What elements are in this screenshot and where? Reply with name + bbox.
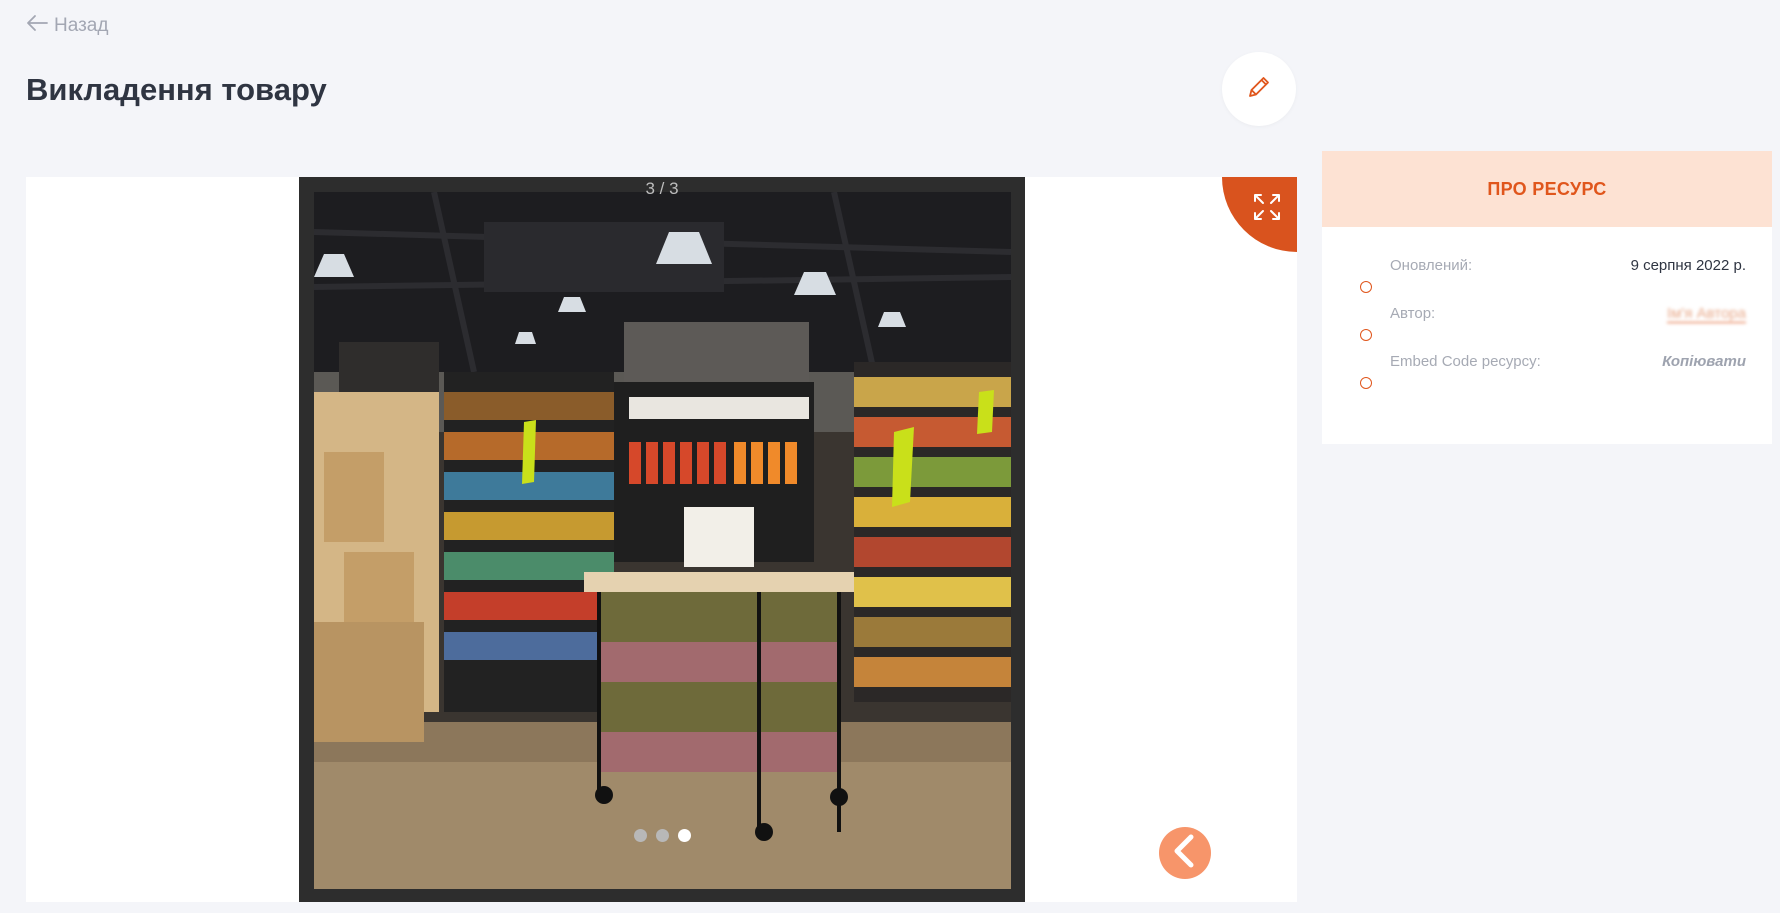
arrow-left-icon	[26, 14, 48, 38]
slide-dot-3[interactable]	[677, 829, 691, 842]
resource-viewer: 3 / 3	[26, 177, 1297, 902]
copy-embed-button[interactable]: Копіювати	[1662, 353, 1746, 370]
store-shelf-photo	[314, 192, 1011, 889]
chevron-left-icon	[1171, 833, 1199, 874]
author-label: Автор:	[1390, 305, 1436, 322]
slide-dots	[299, 829, 1025, 842]
bullet-icon	[1360, 329, 1372, 341]
info-card-header: ПРО РЕСУРС	[1322, 151, 1772, 227]
updated-value: 9 серпня 2022 р.	[1630, 257, 1746, 274]
back-link[interactable]: Назад	[26, 14, 108, 38]
info-rows: Оновлений: 9 серпня 2022 р. Автор: Ім'я …	[1322, 227, 1772, 413]
expand-icon	[1238, 192, 1282, 237]
resource-info-card: ПРО РЕСУРС Оновлений: 9 серпня 2022 р. А…	[1322, 151, 1772, 444]
fullscreen-button[interactable]	[1222, 177, 1297, 252]
prev-slide-button[interactable]	[1159, 827, 1211, 879]
bullet-icon	[1360, 281, 1372, 293]
embed-code-label: Embed Code ресурсу:	[1390, 353, 1541, 370]
bullet-icon	[1360, 377, 1372, 389]
author-link[interactable]: Ім'я Автора	[1666, 305, 1746, 323]
slide-counter: 3 / 3	[645, 179, 679, 198]
back-label: Назад	[54, 15, 109, 36]
slide-frame: 3 / 3	[299, 177, 1025, 902]
info-row-embed: Embed Code ресурсу: Копіювати	[1322, 353, 1772, 413]
pencil-icon	[1245, 73, 1273, 106]
page-title: Викладення товару	[26, 72, 327, 107]
edit-button[interactable]	[1222, 52, 1296, 126]
slide-dot-1[interactable]	[633, 829, 647, 842]
updated-label: Оновлений:	[1390, 257, 1473, 274]
slide-dot-2[interactable]	[655, 829, 669, 842]
